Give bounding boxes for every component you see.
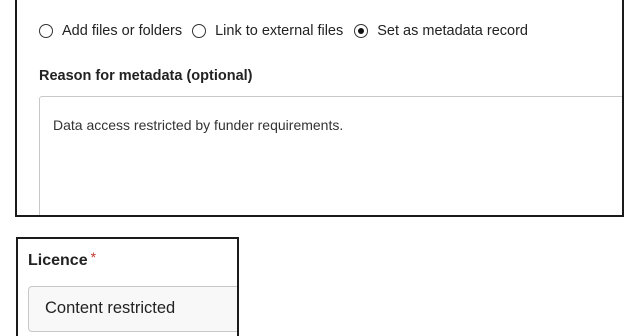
- licence-panel: Licence * Content restricted: [16, 237, 239, 336]
- licence-select[interactable]: Content restricted: [28, 286, 237, 332]
- radio-metadata-record[interactable]: Set as metadata record: [354, 23, 528, 39]
- licence-selected-value: Content restricted: [45, 299, 176, 317]
- radio-metadata-record-label[interactable]: Set as metadata record: [377, 23, 528, 39]
- page: Add files or folders Link to external fi…: [0, 0, 630, 336]
- required-marker: *: [90, 249, 97, 265]
- licence-label: Licence *: [28, 249, 97, 270]
- reason-text: Data access restricted by funder require…: [53, 117, 344, 133]
- upload-mode-radio-group: Add files or folders Link to external fi…: [39, 23, 528, 39]
- reason-textarea[interactable]: Data access restricted by funder require…: [39, 96, 622, 215]
- radio-link-external[interactable]: Link to external files: [192, 23, 343, 39]
- radio-unchecked-icon[interactable]: [39, 24, 53, 38]
- radio-add-files[interactable]: Add files or folders: [39, 23, 182, 39]
- radio-unchecked-icon[interactable]: [192, 24, 207, 38]
- reason-label: Reason for metadata (optional): [39, 68, 253, 84]
- radio-link-external-label[interactable]: Link to external files: [215, 23, 343, 39]
- licence-label-text: Licence: [28, 252, 88, 269]
- radio-checked-icon[interactable]: [354, 24, 369, 38]
- metadata-panel: Add files or folders Link to external fi…: [15, 0, 624, 217]
- radio-add-files-label[interactable]: Add files or folders: [62, 23, 182, 39]
